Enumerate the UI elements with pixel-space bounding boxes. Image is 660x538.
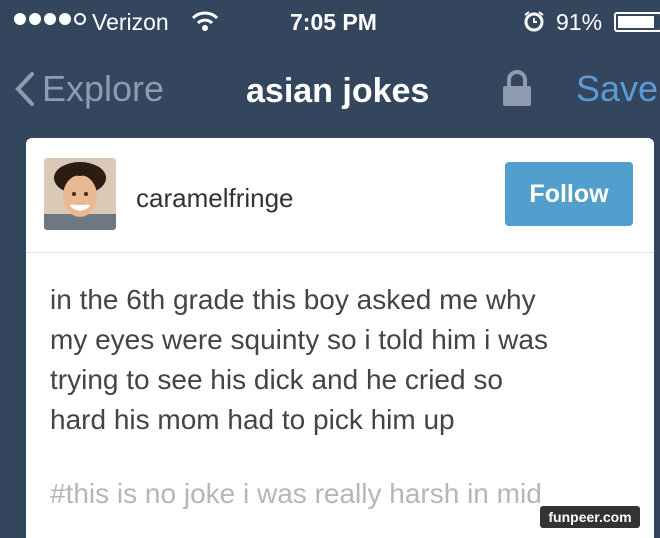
- cell-signal-icon: [14, 13, 86, 25]
- chevron-left-icon: [14, 71, 36, 107]
- battery-icon: [614, 12, 660, 32]
- page-title: asian jokes: [246, 72, 430, 110]
- follow-button[interactable]: Follow: [505, 162, 633, 226]
- battery-percent: 91%: [556, 9, 603, 35]
- post-username[interactable]: caramelfringe: [136, 183, 294, 214]
- post-text-line: trying to see his dick and he cried so: [50, 364, 503, 395]
- post-text: in the 6th grade this boy asked me why m…: [50, 280, 640, 440]
- back-button[interactable]: Explore: [14, 68, 164, 110]
- watermark: funpeer.com: [540, 506, 640, 528]
- carrier-name: Verizon: [92, 9, 169, 35]
- status-bar: Verizon 7:05 PM 91%: [0, 0, 660, 44]
- wifi-icon: [191, 10, 219, 38]
- alarm-icon: [523, 10, 545, 38]
- post-text-line: my eyes were squinty so i told him i was: [50, 324, 548, 355]
- post-text-line: hard his mom had to pick him up: [50, 404, 455, 435]
- post-text-line: in the 6th grade this boy asked me why: [50, 284, 536, 315]
- post-card: caramelfringe Follow in the 6th grade th…: [26, 138, 654, 538]
- avatar[interactable]: [44, 158, 116, 230]
- post-header: caramelfringe Follow: [26, 138, 654, 253]
- back-label: Explore: [42, 68, 165, 109]
- status-time: 7:05 PM: [290, 9, 377, 35]
- nav-bar: Explore asian jokes Save: [0, 44, 660, 136]
- save-button[interactable]: Save: [576, 68, 658, 110]
- lock-icon[interactable]: [500, 68, 534, 113]
